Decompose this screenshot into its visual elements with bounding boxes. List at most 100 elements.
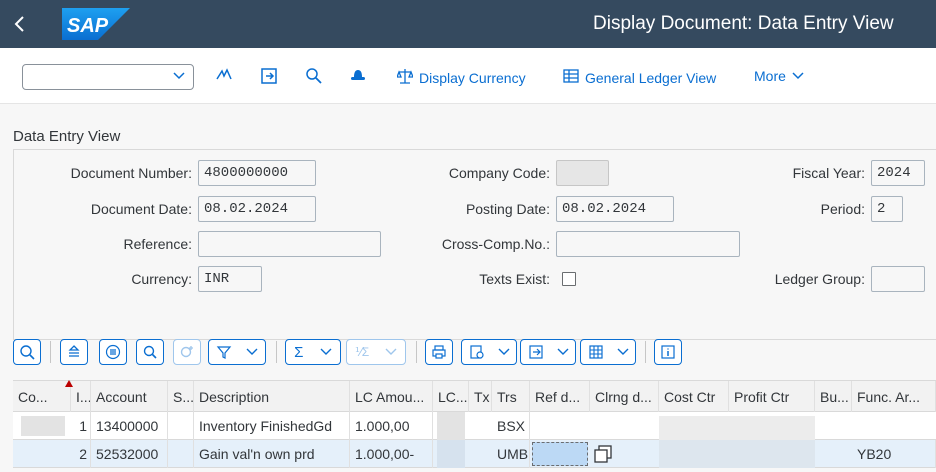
col-header-clearing-date[interactable]: Clrng d... xyxy=(590,381,659,413)
lc-amount-cell: 1.000,00- xyxy=(350,440,433,468)
list-button[interactable] xyxy=(99,339,127,365)
header-label: I... xyxy=(76,389,91,405)
header-label: Profit Ctr xyxy=(734,389,790,405)
col-header-description[interactable]: Description xyxy=(194,381,350,413)
col-header-tx[interactable]: Tx xyxy=(469,381,492,413)
search-icon xyxy=(143,345,157,359)
chevron-down-icon xyxy=(617,348,628,355)
table-row-selected[interactable]: 2 52532000 Gain val'n own prd 1.000,00- … xyxy=(13,440,936,468)
texts-exist-checkbox[interactable] xyxy=(562,272,576,286)
export-icon[interactable] xyxy=(259,66,279,86)
header-label: Trs xyxy=(497,389,517,405)
shell-bar: SAP Display Document: Data Entry View xyxy=(0,0,936,48)
col-header-cost-center[interactable]: Cost Ctr xyxy=(659,381,729,413)
header-label: Ref d... xyxy=(535,389,581,405)
more-button[interactable]: More xyxy=(754,68,804,84)
period-field[interactable]: 2 xyxy=(871,196,903,222)
export-menu-button[interactable] xyxy=(520,339,576,365)
cross-comp-label: Cross-Comp.No.: xyxy=(441,236,550,252)
ledger-group-field[interactable] xyxy=(871,266,925,292)
magnifier-icon xyxy=(20,345,35,360)
list-icon xyxy=(105,344,121,360)
toolbar-separator xyxy=(276,341,277,363)
filter-menu-button[interactable] xyxy=(208,339,266,365)
trs-cell: UMB xyxy=(492,440,530,468)
col-header-trs[interactable]: Trs xyxy=(492,381,530,413)
header-label: Description xyxy=(199,389,270,405)
scales-icon xyxy=(396,68,414,87)
view-menu-button[interactable] xyxy=(461,339,517,365)
variant-dropdown[interactable] xyxy=(22,64,194,90)
col-header-lc[interactable]: LC... xyxy=(433,381,469,413)
chevron-down-icon xyxy=(498,348,509,355)
logo-text: SAP xyxy=(67,15,109,37)
fiscal-year-field[interactable]: 2024 xyxy=(871,160,925,186)
account-cell: 13400000 xyxy=(91,412,168,440)
sap-logo[interactable]: SAP xyxy=(62,8,130,40)
layout-menu-button[interactable] xyxy=(580,339,636,365)
align-button[interactable] xyxy=(60,339,88,365)
chevron-down-icon xyxy=(246,348,258,355)
reference-field[interactable] xyxy=(198,231,381,257)
cross-comp-field[interactable] xyxy=(556,231,740,257)
doc-number-label: Document Number: xyxy=(70,165,192,181)
header-label: Func. Ar... xyxy=(857,389,921,405)
table-header-row: Co... I... Account S... Description LC A… xyxy=(13,380,936,413)
currency-field[interactable]: INR xyxy=(198,266,262,292)
col-header-s[interactable]: S... xyxy=(168,381,194,413)
header-label: S... xyxy=(173,389,194,405)
filter-icon xyxy=(216,346,232,359)
copy-icon[interactable] xyxy=(593,444,613,467)
description-cell: Inventory FinishedGd xyxy=(194,412,350,440)
chevron-left-icon xyxy=(14,16,24,32)
search-plus-icon xyxy=(180,346,193,358)
blurred-cell xyxy=(437,412,465,440)
currency-label: Currency: xyxy=(131,271,192,287)
info-icon xyxy=(661,345,675,359)
subtotal-icon: ⅟Σ xyxy=(354,345,370,359)
fiscal-year-label: Fiscal Year: xyxy=(792,165,865,181)
description-cell: Gain val'n own prd xyxy=(194,440,350,468)
header-label: Co... xyxy=(18,389,48,405)
export-icon xyxy=(528,345,543,359)
col-header-bu[interactable]: Bu... xyxy=(815,381,852,413)
col-header-company[interactable]: Co... xyxy=(13,381,71,413)
search-next-button[interactable] xyxy=(173,339,201,365)
col-header-ref-date[interactable]: Ref d... xyxy=(530,381,590,413)
display-currency-label: Display Currency xyxy=(419,69,526,86)
company-code-field[interactable] xyxy=(556,160,609,186)
col-header-func-area[interactable]: Func. Ar... xyxy=(852,381,936,413)
texts-exist-label: Texts Exist: xyxy=(479,271,550,287)
ledger-group-label: Ledger Group: xyxy=(774,271,865,287)
search-button[interactable] xyxy=(136,339,164,365)
col-header-profit-center[interactable]: Profit Ctr xyxy=(729,381,815,413)
display-currency-button[interactable]: Display Currency xyxy=(396,68,526,87)
toolbar: Display Currency General Ledger View Mor… xyxy=(0,48,936,104)
info-button[interactable] xyxy=(654,339,682,365)
page-title: Display Document: Data Entry View xyxy=(593,13,894,34)
zoom-detail-button[interactable] xyxy=(13,339,41,365)
company-code-label: Company Code: xyxy=(448,165,550,181)
subtotal-menu-button[interactable]: ⅟Σ xyxy=(346,339,406,365)
doc-date-field[interactable]: 08.02.2024 xyxy=(198,196,316,222)
glasses-icon[interactable] xyxy=(214,66,234,86)
posting-date-field[interactable]: 08.02.2024 xyxy=(556,196,674,222)
col-header-account[interactable]: Account xyxy=(91,381,168,413)
view-icon xyxy=(469,345,484,359)
chevron-down-icon xyxy=(320,348,332,355)
col-header-item[interactable]: I... xyxy=(71,381,91,413)
general-ledger-view-button[interactable]: General Ledger View xyxy=(563,68,716,87)
toolbar-separator xyxy=(50,341,51,363)
hat-icon[interactable] xyxy=(348,66,368,86)
func-area-cell: YB20 xyxy=(852,440,936,468)
back-button[interactable] xyxy=(0,0,40,48)
header-label: LC... xyxy=(438,389,468,405)
sum-menu-button[interactable]: Σ xyxy=(285,339,341,365)
col-header-lc-amount[interactable]: LC Amou... xyxy=(350,381,433,413)
ref-date-cell-focused[interactable] xyxy=(532,442,588,466)
zoom-icon[interactable] xyxy=(304,66,324,86)
table-row[interactable]: 1 13400000 Inventory FinishedGd 1.000,00… xyxy=(13,412,936,440)
print-button[interactable] xyxy=(425,339,453,365)
doc-number-field[interactable]: 4800000000 xyxy=(198,160,316,186)
general-ledger-view-label: General Ledger View xyxy=(585,69,717,86)
